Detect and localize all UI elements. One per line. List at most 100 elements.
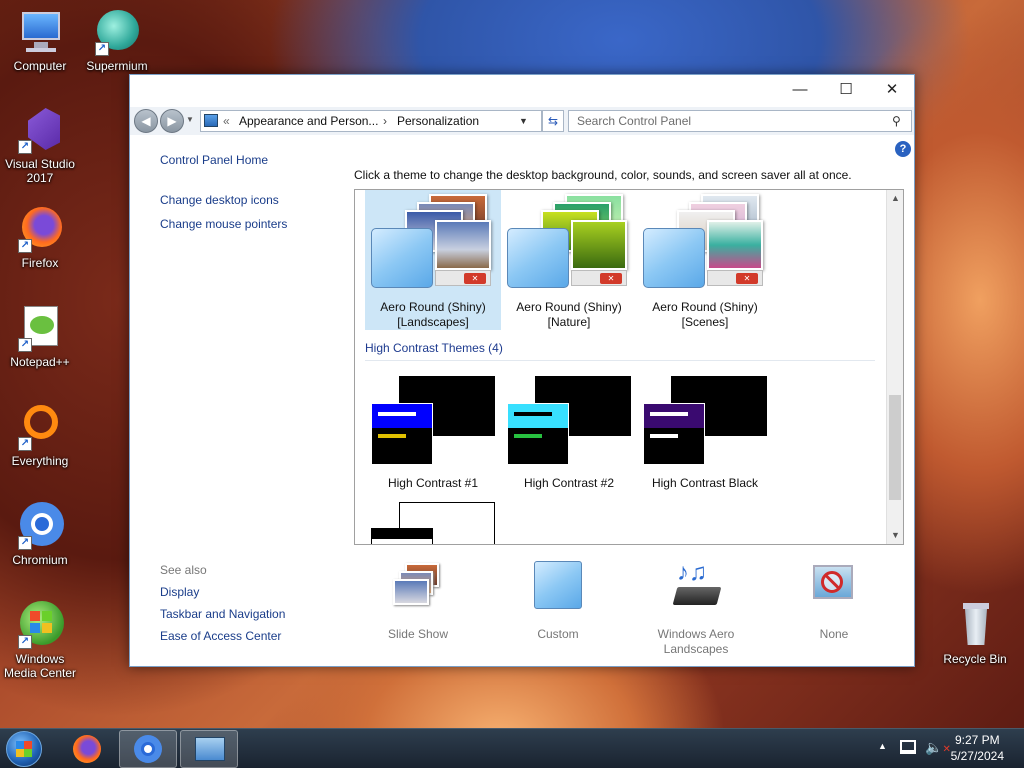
desktop-icon-label: Firefox <box>21 256 59 270</box>
taskbar-control-panel[interactable] <box>180 730 238 768</box>
address-bar-area: ◀ ▶ ▼ « Appearance and Person... › Perso… <box>130 107 914 135</box>
desktop-icon-label: Windows Media Center <box>3 652 77 680</box>
breadcrumb-personalization[interactable]: Personalization <box>397 111 479 131</box>
theme-label-line2: [Landscapes] <box>397 315 469 329</box>
theme-high-contrast-1[interactable]: High Contrast #1 <box>365 376 501 491</box>
desktop-icon-notepadpp[interactable]: ↗ Notepad++ <box>0 304 80 369</box>
desktop-icon-windows-media-center[interactable]: ↗ Windows Media Center <box>0 601 80 680</box>
theme-high-contrast-2[interactable]: High Contrast #2 <box>501 376 637 491</box>
high-contrast-section-heading[interactable]: High Contrast Themes (4) <box>365 341 875 361</box>
help-icon[interactable]: ? <box>895 141 911 157</box>
breadcrumb-chevron[interactable]: « <box>223 111 230 131</box>
back-button[interactable]: ◀ <box>134 109 158 133</box>
custom-label: Custom <box>537 627 579 641</box>
theme-aero-scenes[interactable]: ✕ Aero Round (Shiny) [Scenes] <box>637 190 773 330</box>
desktop-icon-label: Notepad++ <box>10 355 70 369</box>
computer-icon <box>16 8 64 56</box>
desktop-background-slideshow[interactable]: Slide Show <box>368 561 468 642</box>
taskbar-firefox[interactable] <box>58 730 116 768</box>
clock[interactable]: 9:27 PM 5/27/2024 <box>951 732 1004 764</box>
search-icon[interactable]: ⚲ <box>892 114 901 128</box>
theme-aero-landscapes[interactable]: ✕ Aero Round (Shiny) [Landscapes] <box>365 190 501 330</box>
breadcrumb-separator[interactable]: › <box>383 111 387 131</box>
window-color-custom[interactable]: Custom <box>508 561 608 642</box>
theme-label: High Contrast #1 <box>387 476 479 490</box>
desktop-icon-chromium[interactable]: ↗ Chromium <box>0 502 80 567</box>
close-button[interactable]: ✕ <box>872 77 912 103</box>
desktop-icon-recycle-bin[interactable]: Recycle Bin <box>935 601 1015 666</box>
screen-saver-none[interactable]: None <box>784 561 884 642</box>
display-link[interactable]: Display <box>160 585 285 599</box>
address-field[interactable]: « Appearance and Person... › Personaliza… <box>200 110 542 132</box>
start-button[interactable] <box>6 731 42 767</box>
clock-time: 9:27 PM <box>954 733 1000 747</box>
theme-thumbnail <box>365 376 501 466</box>
recent-pages-dropdown[interactable]: ▼ <box>186 115 196 125</box>
maximize-button[interactable]: ☐ <box>826 77 866 103</box>
back-arrow-icon: ◀ <box>141 114 151 128</box>
change-mouse-pointers-link[interactable]: Change mouse pointers <box>160 217 287 231</box>
close-icon: ✕ <box>600 273 622 284</box>
minimize-button[interactable]: — <box>780 77 820 103</box>
hcb-line2-swatch <box>650 434 678 438</box>
supermium-icon: ↗ <box>93 8 141 56</box>
notepadpp-icon: ↗ <box>16 304 64 352</box>
scroll-thumb[interactable] <box>889 395 901 500</box>
chromium-icon-center <box>141 742 155 756</box>
theme-aero-nature[interactable]: ✕ Aero Round (Shiny) [Nature] <box>501 190 637 330</box>
desktop-icon-visual-studio[interactable]: ↗ Visual Studio 2017 <box>0 106 80 185</box>
sounds-windows-aero-landscapes[interactable]: ♪♫ Windows Aero Landscapes <box>646 561 746 657</box>
show-hidden-icons-button[interactable]: ▲ <box>878 741 887 751</box>
desktop-icon-label: Chromium <box>12 553 68 567</box>
themes-list: ✕ Aero Round (Shiny) [Landscapes] ✕ Aero… <box>354 189 904 545</box>
network-icon[interactable] <box>900 740 916 754</box>
change-desktop-icons-link[interactable]: Change desktop icons <box>160 193 287 207</box>
refresh-icon: ⇆ <box>547 114 559 128</box>
title-bar[interactable]: — ☐ ✕ <box>130 75 914 105</box>
ease-of-access-link[interactable]: Ease of Access Center <box>160 629 285 643</box>
taskbar: ▲ 🔈✕ 9:27 PM 5/27/2024 <box>0 728 1024 768</box>
forward-button[interactable]: ▶ <box>160 109 184 133</box>
theme-label-line2: [Scenes] <box>681 315 729 329</box>
refresh-button[interactable]: ⇆ <box>542 110 564 132</box>
hc2-titlebar-swatch <box>508 404 568 428</box>
desktop-icon-label: Computer <box>13 59 67 73</box>
theme-high-contrast-black[interactable]: High Contrast Black <box>637 376 773 491</box>
control-panel-home-link[interactable]: Control Panel Home <box>160 153 287 167</box>
chromium-icon: ↗ <box>16 502 64 550</box>
desktop-icon-supermium[interactable]: ↗ Supermium <box>77 8 157 73</box>
volume-muted-icon[interactable]: 🔈✕ <box>925 739 951 756</box>
theme-high-contrast-white[interactable] <box>365 502 501 544</box>
theme-thumbnail: ✕ <box>365 190 501 290</box>
slideshow-icon <box>393 561 443 611</box>
control-panel-icon <box>195 737 225 761</box>
forward-arrow-icon: ▶ <box>167 114 177 128</box>
theme-label-line1: Aero Round (Shiny) <box>516 300 622 314</box>
hc1-line1-swatch <box>378 412 416 416</box>
taskbar-chromium[interactable] <box>119 730 177 768</box>
themes-scrollbar[interactable]: ▲ ▼ <box>886 190 903 544</box>
visual-studio-icon: ↗ <box>16 106 64 154</box>
taskbar-navigation-link[interactable]: Taskbar and Navigation <box>160 607 285 621</box>
shortcut-arrow-icon: ↗ <box>18 338 32 352</box>
desktop-icon-label: Everything <box>11 454 69 468</box>
hc1-titlebar-swatch <box>372 404 432 428</box>
hcb-line1-swatch <box>650 412 688 416</box>
see-also-pane: See also Display Taskbar and Navigation … <box>160 563 285 651</box>
firefox-icon <box>73 735 101 763</box>
desktop-icon-firefox[interactable]: ↗ Firefox <box>0 205 80 270</box>
screen-saver-icon <box>809 561 859 611</box>
shortcut-arrow-icon: ↗ <box>18 239 32 253</box>
address-dropdown-icon[interactable]: ▼ <box>519 111 528 131</box>
scroll-up-icon[interactable]: ▲ <box>887 190 903 207</box>
theme-label: High Contrast #2 <box>523 476 615 490</box>
theme-thumbnail <box>501 376 637 466</box>
hc2-line1-swatch <box>514 412 552 416</box>
breadcrumb-appearance[interactable]: Appearance and Person... <box>239 111 378 131</box>
search-input[interactable]: Search Control Panel <box>568 110 912 132</box>
scroll-down-icon[interactable]: ▼ <box>887 527 903 544</box>
desktop-icon-computer[interactable]: Computer <box>0 8 80 73</box>
see-also-heading: See also <box>160 563 207 577</box>
desktop-icon-everything[interactable]: ↗ Everything <box>0 403 80 468</box>
hc1-line2-swatch <box>378 434 406 438</box>
